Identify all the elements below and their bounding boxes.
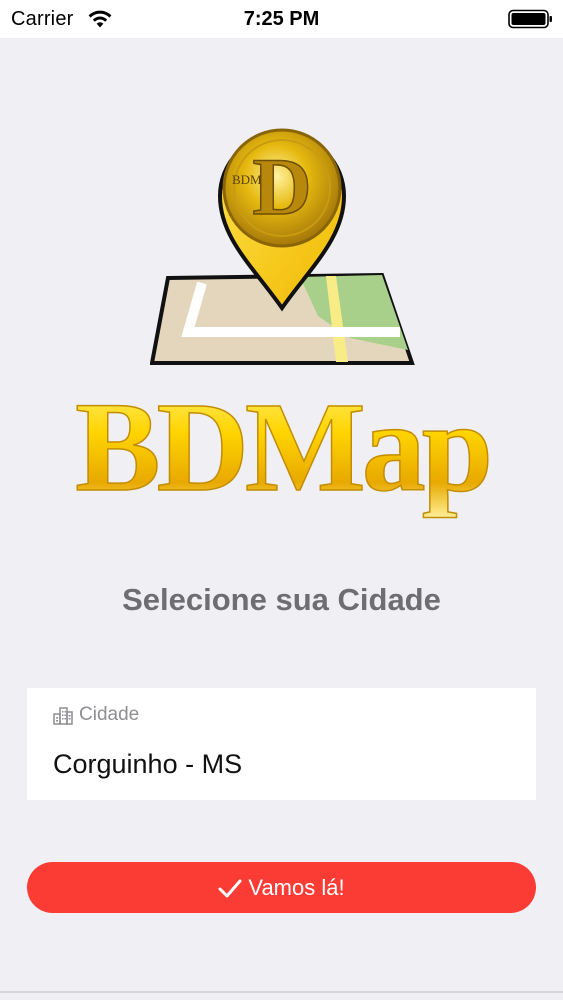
- bottom-divider: [0, 991, 563, 993]
- status-bar: Carrier 7:25 PM: [0, 0, 563, 38]
- check-icon: [218, 879, 242, 897]
- city-icon: [53, 707, 73, 725]
- city-field[interactable]: Cidade: [27, 688, 536, 800]
- battery-icon: [508, 9, 552, 29]
- city-field-label-row: Cidade: [53, 704, 139, 726]
- map-pin-icon: D BDM: [150, 128, 415, 365]
- submit-button[interactable]: Vamos lá!: [27, 862, 536, 913]
- city-selection-screen: Carrier 7:25 PM D BDM BDMap Selecione su…: [0, 0, 563, 1000]
- city-input[interactable]: [53, 746, 513, 782]
- svg-text:BDMap: BDMap: [75, 385, 489, 518]
- submit-button-label: Vamos lá!: [248, 874, 345, 900]
- clock: 7:25 PM: [243, 8, 320, 30]
- logo-emblem-text: BDM: [232, 172, 262, 187]
- logo-wordmark: BDMap: [74, 385, 493, 519]
- city-field-label: Cidade: [79, 704, 140, 725]
- page-title: Selecione sua Cidade: [122, 582, 441, 617]
